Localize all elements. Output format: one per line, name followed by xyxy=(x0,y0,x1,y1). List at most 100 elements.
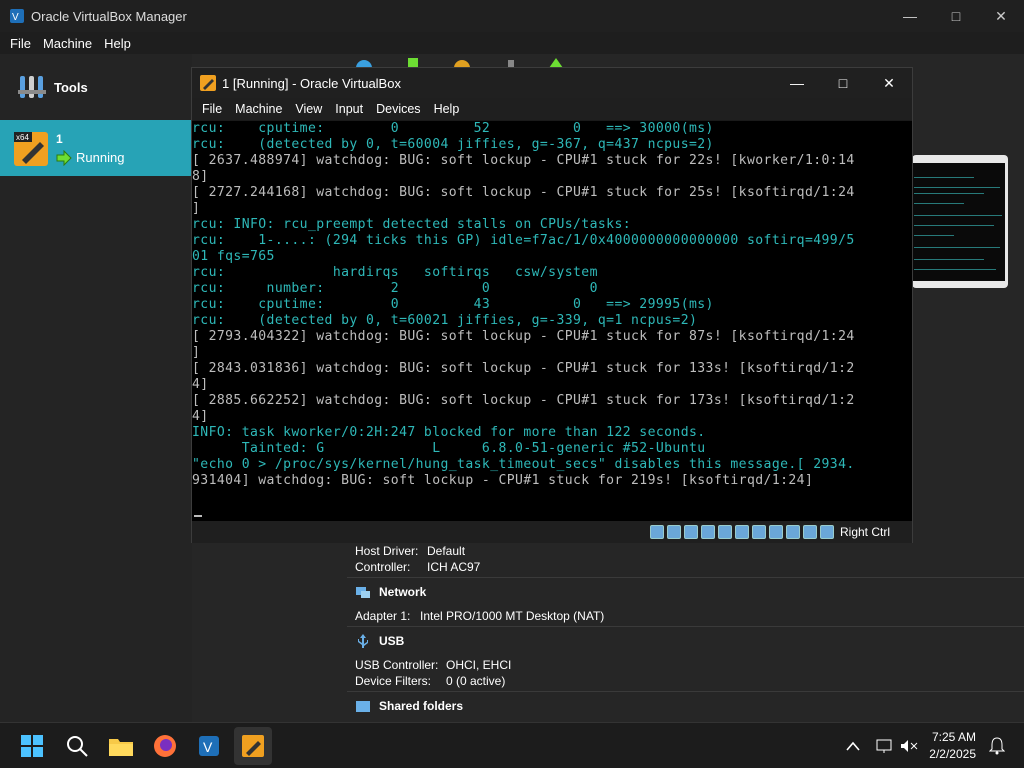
clock-date: 2/2/2025 xyxy=(929,747,976,761)
vm-menu-devices[interactable]: Devices xyxy=(376,102,420,116)
vm-console-screen[interactable]: rcu: cputime: 0 52 0 ==> 30000(ms) rcu: (… xyxy=(192,121,912,521)
menu-machine[interactable]: Machine xyxy=(43,36,92,51)
console-line: rcu: number: 2 0 0 xyxy=(192,281,598,296)
clock[interactable]: 7:25 AM 2/2/2025 xyxy=(929,729,976,763)
speaker-muted-icon xyxy=(901,740,918,752)
console-line: [ 2885.662252] watchdog: BUG: soft locku… xyxy=(192,393,855,408)
usb-icon xyxy=(358,633,368,648)
console-line: rcu: hardirqs softirqs csw/system xyxy=(192,265,598,280)
audio-controller-row: Controller: ICH AC97 xyxy=(355,560,481,574)
vm-window-icon xyxy=(200,75,216,91)
console-line: ] xyxy=(192,201,201,216)
vm-minimize-button[interactable]: — xyxy=(774,68,820,98)
console-line: rcu: INFO: rcu_preempt detected stalls o… xyxy=(192,217,632,232)
usb-filters-row: Device Filters: 0 (0 active) xyxy=(355,674,506,688)
vm-taskbar-button[interactable] xyxy=(234,727,272,765)
show-hidden-icons-button[interactable] xyxy=(838,731,868,761)
windows-logo-icon xyxy=(21,735,43,757)
manager-title-bar[interactable]: V Oracle VirtualBox Manager — □ ✕ xyxy=(0,0,1024,32)
audio-icon[interactable] xyxy=(683,525,698,539)
display-icon[interactable] xyxy=(751,525,766,539)
firefox-button[interactable] xyxy=(150,731,180,761)
hard-disk-icon[interactable] xyxy=(649,525,664,539)
vm-close-button[interactable]: ✕ xyxy=(866,68,912,98)
console-line: 01 fqs=765 xyxy=(192,249,275,264)
console-line: rcu: (detected by 0, t=60004 jiffies, g=… xyxy=(192,137,714,152)
vm-menu-help[interactable]: Help xyxy=(434,102,460,116)
notifications-button[interactable] xyxy=(982,731,1012,761)
machine-list-sidebar: Tools x64 1 Running xyxy=(0,54,192,722)
host-key-label: Right Ctrl xyxy=(839,525,890,539)
vm-menu-input[interactable]: Input xyxy=(335,102,363,116)
console-line: Tainted: G L 6.8.0-51-generic #52-Ubuntu xyxy=(192,441,706,456)
search-button[interactable] xyxy=(62,731,92,761)
vm-maximize-button[interactable]: □ xyxy=(820,68,866,98)
tools-label: Tools xyxy=(54,79,88,95)
usb-controller-row: USB Controller: OHCI, EHCI xyxy=(355,658,512,672)
network-icon xyxy=(356,586,370,598)
network-section-header[interactable]: Network xyxy=(347,577,1024,605)
svg-text:x64: x64 xyxy=(16,133,29,142)
console-line: rcu: 1-....: (294 ticks this GP) idle=f7… xyxy=(192,233,855,248)
menu-file[interactable]: File xyxy=(10,36,31,51)
vm-menu-file[interactable]: File xyxy=(202,102,222,116)
console-line: ] xyxy=(192,345,201,360)
vm-window: 1 [Running] - Oracle VirtualBox — □ ✕ Fi… xyxy=(191,67,913,543)
tools-icon xyxy=(18,76,46,98)
clock-time: 7:25 AM xyxy=(931,730,976,744)
cpu-icon[interactable] xyxy=(785,525,800,539)
recording-icon[interactable] xyxy=(768,525,783,539)
status-indicators xyxy=(649,525,834,539)
virtualbox-manager-button[interactable]: V xyxy=(194,731,224,761)
console-line: [ 2727.244168] watchdog: BUG: soft locku… xyxy=(192,185,855,200)
console-line: [ 2843.031836] watchdog: BUG: soft locku… xyxy=(192,361,855,376)
console-line: [ 2793.404322] watchdog: BUG: soft locku… xyxy=(192,329,855,344)
usb-section-header[interactable]: USB xyxy=(347,626,1024,654)
usb-status-icon[interactable] xyxy=(717,525,732,539)
vm-name: 1 xyxy=(56,132,63,146)
minimize-button[interactable]: — xyxy=(887,0,933,32)
tools-item[interactable]: Tools xyxy=(0,64,192,110)
console-line: 4] xyxy=(192,377,209,392)
console-line: 4] xyxy=(192,409,209,424)
keyboard-capture-icon[interactable] xyxy=(819,525,834,539)
virtualbox-icon: V xyxy=(199,736,219,756)
audio-host-driver-row: Host Driver: Default xyxy=(355,544,466,558)
close-button[interactable]: ✕ xyxy=(978,0,1024,32)
vm-title: 1 [Running] - Oracle VirtualBox xyxy=(222,75,401,91)
console-line: rcu: (detected by 0, t=60021 jiffies, g=… xyxy=(192,313,698,328)
vm-status-bar: Right Ctrl xyxy=(192,521,912,543)
manager-menu-bar: File Machine Help xyxy=(0,32,1024,54)
running-arrow-icon xyxy=(56,150,72,166)
search-icon xyxy=(67,736,88,757)
manager-title: Oracle VirtualBox Manager xyxy=(31,8,187,24)
vm-title-bar[interactable]: 1 [Running] - Oracle VirtualBox — □ ✕ xyxy=(192,68,912,98)
console-line: "echo 0 > /proc/sys/kernel/hung_task_tim… xyxy=(192,457,855,472)
vm-state: Running xyxy=(76,150,125,165)
menu-help[interactable]: Help xyxy=(104,36,131,51)
mouse-integration-icon[interactable] xyxy=(802,525,817,539)
start-button[interactable] xyxy=(17,731,47,761)
console-cursor xyxy=(194,515,202,517)
shared-folders-section-header[interactable]: Shared folders xyxy=(347,691,1024,719)
svg-text:V: V xyxy=(203,739,213,755)
network-adapter-row: Adapter 1: Intel PRO/1000 MT Desktop (NA… xyxy=(355,609,605,623)
console-line: rcu: cputime: 0 43 0 ==> 29995(ms) xyxy=(192,297,714,312)
shared-folders-status-icon[interactable] xyxy=(734,525,749,539)
vm-running-icon xyxy=(242,735,264,757)
console-line: 931404] watchdog: BUG: soft lockup - CPU… xyxy=(192,473,814,488)
vm-menu-machine[interactable]: Machine xyxy=(235,102,282,116)
optical-drive-icon[interactable] xyxy=(666,525,681,539)
console-output: rcu: cputime: 0 52 0 ==> 30000(ms) rcu: (… xyxy=(192,121,912,489)
bell-icon xyxy=(989,737,1005,755)
desktop: V Oracle VirtualBox Manager — □ ✕ File M… xyxy=(0,0,1024,768)
network-tray-icon xyxy=(876,739,892,753)
volume-tray-button[interactable] xyxy=(894,731,924,761)
vm-list-item[interactable]: x64 1 Running xyxy=(0,120,192,176)
vm-menu-view[interactable]: View xyxy=(295,102,322,116)
vm-preview-thumbnail xyxy=(912,155,1008,288)
maximize-button[interactable]: □ xyxy=(933,0,979,32)
network-status-icon[interactable] xyxy=(700,525,715,539)
file-explorer-button[interactable] xyxy=(106,731,136,761)
vm-details-panel: Host Driver: Default Controller: ICH AC9… xyxy=(347,540,1024,722)
